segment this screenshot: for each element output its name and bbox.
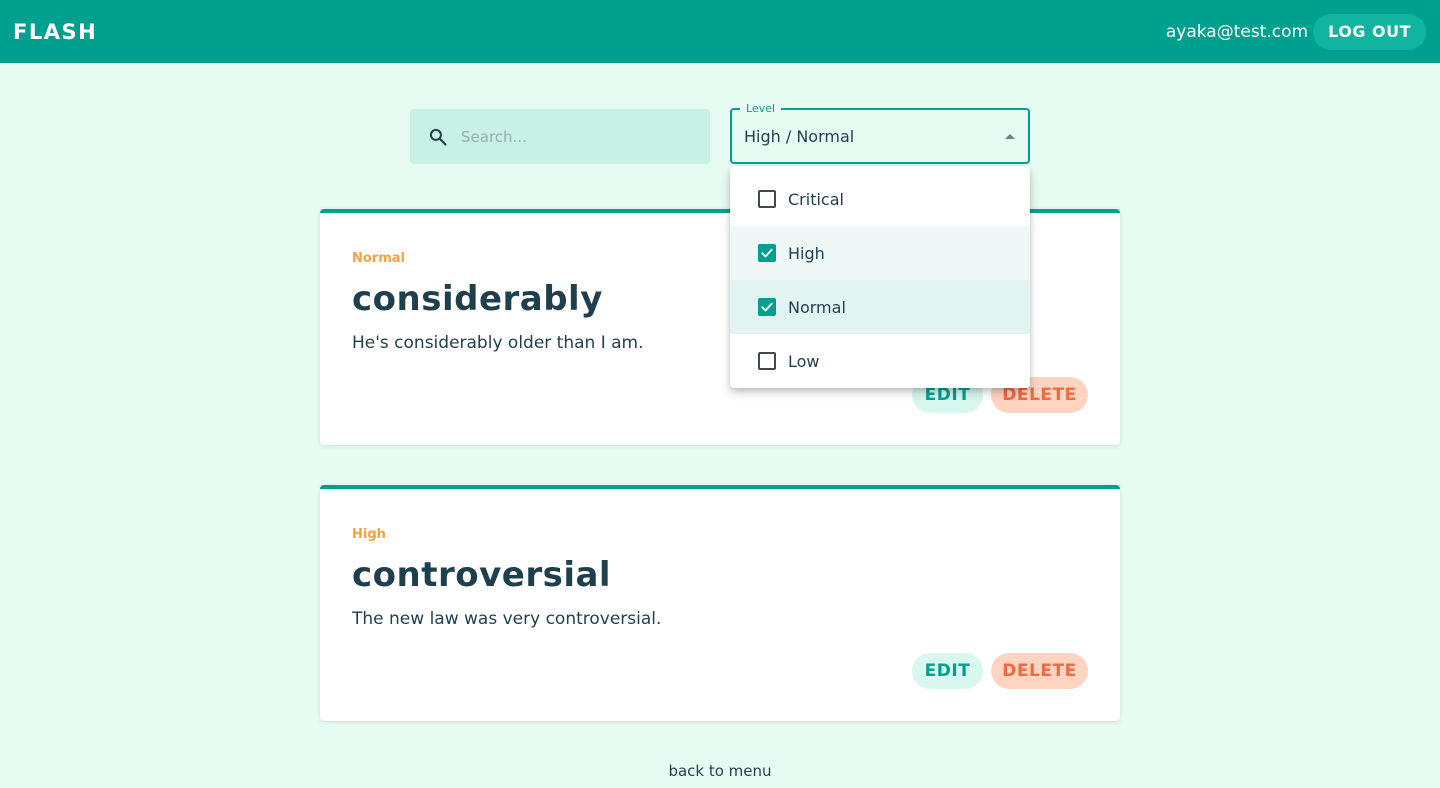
level-option-high[interactable]: High	[730, 226, 1030, 280]
delete-button[interactable]: DELETE	[991, 653, 1088, 689]
level-option-low[interactable]: Low	[730, 334, 1030, 388]
checkbox-checked-icon[interactable]	[758, 298, 776, 316]
app-bar: FLASH ayaka@test.com LOG OUT	[0, 0, 1440, 63]
checkbox-checked-icon[interactable]	[758, 244, 776, 262]
level-select[interactable]: Level High / Normal	[730, 102, 1030, 164]
brand-logo[interactable]: FLASH	[13, 20, 97, 44]
search-icon	[429, 128, 447, 146]
card-word: controversial	[352, 555, 612, 595]
level-value: High / Normal	[744, 126, 855, 146]
back-to-menu-link[interactable]: back to menu	[0, 762, 1440, 780]
card-sentence: He's considerably older than I am.	[352, 333, 644, 353]
search-input[interactable]	[459, 126, 679, 147]
caret-up-icon	[1005, 134, 1015, 139]
checkbox-unchecked-icon[interactable]	[758, 190, 776, 208]
card-level: High	[352, 527, 386, 542]
level-label: Level	[740, 102, 782, 116]
card-sentence: The new law was very controversial.	[352, 609, 662, 629]
search-box[interactable]	[410, 109, 710, 164]
card-word: considerably	[352, 279, 603, 319]
option-label: High	[788, 243, 825, 263]
checkbox-unchecked-icon[interactable]	[758, 352, 776, 370]
level-dropdown-menu: Critical High Normal Low	[730, 166, 1030, 388]
option-label: Normal	[788, 297, 846, 317]
user-area: ayaka@test.com LOG OUT	[1165, 13, 1426, 50]
option-label: Low	[788, 351, 820, 371]
level-option-critical[interactable]: Critical	[730, 172, 1030, 226]
card-level: Normal	[352, 251, 405, 266]
level-option-normal[interactable]: Normal	[730, 280, 1030, 334]
edit-button[interactable]: EDIT	[912, 653, 983, 689]
word-card: High controversial The new law was very …	[320, 485, 1120, 721]
option-label: Critical	[788, 189, 844, 209]
logout-button[interactable]: LOG OUT	[1313, 13, 1426, 50]
user-email: ayaka@test.com	[1165, 21, 1309, 42]
